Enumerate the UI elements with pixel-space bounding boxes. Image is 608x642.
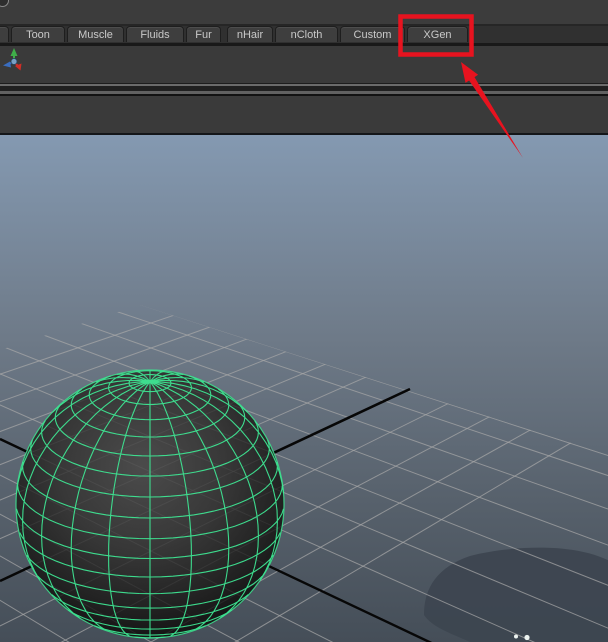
shelf-tab-fluids[interactable]: Fluids — [126, 26, 184, 42]
viewport-canvas[interactable] — [0, 135, 608, 642]
viewport-3d[interactable] — [0, 135, 608, 642]
partial-tab[interactable] — [0, 26, 9, 42]
shelf-tab-custom[interactable]: Custom — [340, 26, 405, 42]
axis-arrows-icon[interactable] — [3, 47, 27, 73]
shelf-tab-bar: ToonMuscleFluidsFur nHairnClothCustomXGen — [0, 26, 608, 46]
highlight-dot — [524, 635, 529, 640]
pane-separator[interactable] — [0, 83, 608, 96]
circle-icon — [0, 0, 9, 7]
shelf-tab-toon[interactable]: Toon — [11, 26, 65, 42]
shelf-tab-nhair[interactable]: nHair — [227, 26, 273, 42]
shelf-tab-muscle[interactable]: Muscle — [67, 26, 124, 42]
shelf-tab-fur[interactable]: Fur — [186, 26, 221, 42]
highlight-dot — [514, 635, 518, 639]
shelf-tab-ncloth[interactable]: nCloth — [275, 26, 338, 42]
maya-window: ToonMuscleFluidsFur nHairnClothCustomXGen — [0, 0, 608, 642]
shelf-tab-xgen[interactable]: XGen — [407, 26, 468, 42]
status-line-strip — [0, 0, 608, 26]
shelf-toolbar — [0, 46, 608, 83]
panel-strip — [0, 96, 608, 133]
